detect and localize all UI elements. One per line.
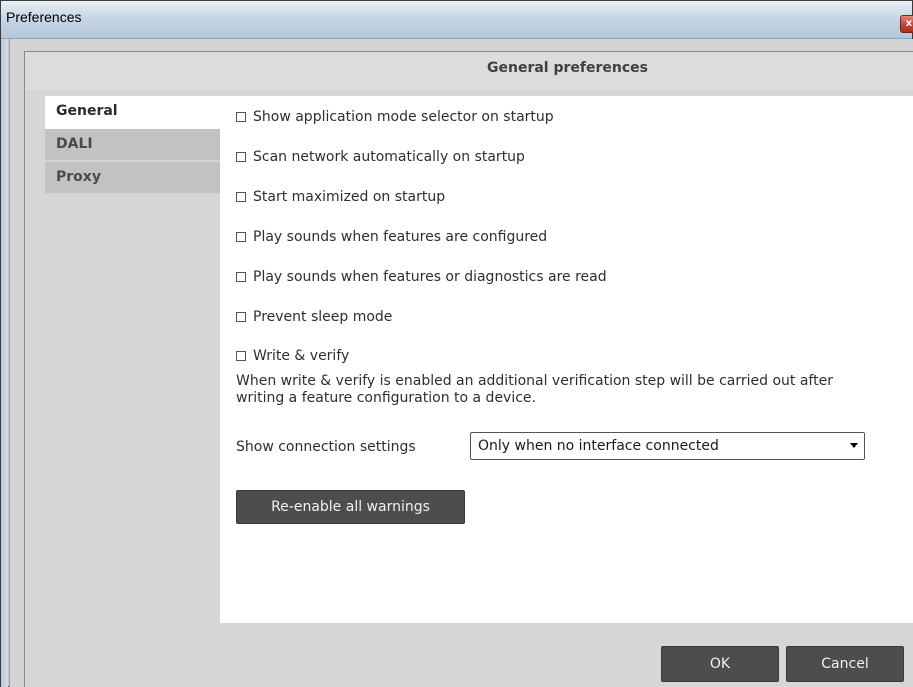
option-label: Scan network automatically on startup bbox=[253, 149, 525, 165]
option-write-verify[interactable]: Write & verify bbox=[236, 348, 349, 364]
sidebar-item-dali[interactable]: DALI bbox=[45, 129, 220, 162]
select-value: Only when no interface connected bbox=[478, 438, 719, 454]
option-label: Write & verify bbox=[253, 348, 350, 364]
ok-button[interactable]: OK bbox=[661, 646, 779, 682]
option-play-sounds-read[interactable]: Play sounds when features or diagnostics… bbox=[236, 269, 607, 285]
chevron-down-icon bbox=[850, 443, 858, 448]
option-label: Show application mode selector on startu… bbox=[253, 109, 554, 125]
title-bar[interactable]: Preferences x bbox=[1, 1, 913, 39]
window-left-border bbox=[1, 39, 8, 687]
close-icon[interactable]: x bbox=[900, 15, 913, 33]
option-prevent-sleep[interactable]: Prevent sleep mode bbox=[236, 309, 392, 325]
general-preferences-panel: Show application mode selector on startu… bbox=[220, 96, 913, 623]
cancel-button[interactable]: Cancel bbox=[786, 646, 904, 682]
checkbox-icon[interactable] bbox=[236, 232, 246, 242]
option-scan-network[interactable]: Scan network automatically on startup bbox=[236, 149, 525, 165]
checkbox-icon[interactable] bbox=[236, 192, 246, 202]
sidebar-item-general[interactable]: General bbox=[45, 96, 220, 129]
option-label: Play sounds when features or diagnostics… bbox=[253, 269, 607, 285]
page-title: General preferences bbox=[487, 60, 648, 76]
sidebar-item-proxy[interactable]: Proxy bbox=[45, 162, 220, 195]
write-verify-description: When write & verify is enabled an additi… bbox=[236, 373, 833, 406]
option-label: Start maximized on startup bbox=[253, 189, 446, 205]
option-label: Play sounds when features are configured bbox=[253, 229, 548, 245]
option-start-maximized[interactable]: Start maximized on startup bbox=[236, 189, 445, 205]
preferences-header: General preferences bbox=[25, 52, 913, 90]
checkbox-icon[interactable] bbox=[236, 152, 246, 162]
connection-settings-select[interactable]: Only when no interface connected bbox=[470, 432, 865, 460]
option-label: Prevent sleep mode bbox=[253, 309, 393, 325]
window-title: Preferences bbox=[6, 9, 82, 25]
dialog-body: General preferences General DALI Proxy S… bbox=[24, 51, 913, 687]
checkbox-icon[interactable] bbox=[236, 272, 246, 282]
sidebar: General DALI Proxy bbox=[45, 96, 220, 195]
dialog-frame: General preferences General DALI Proxy S… bbox=[9, 39, 913, 687]
connection-settings-label: Show connection settings bbox=[236, 439, 416, 455]
preferences-window: Preferences x General preferences Genera… bbox=[0, 0, 913, 687]
option-play-sounds-configured[interactable]: Play sounds when features are configured bbox=[236, 229, 547, 245]
checkbox-icon[interactable] bbox=[236, 351, 246, 361]
option-show-mode-selector[interactable]: Show application mode selector on startu… bbox=[236, 109, 554, 125]
checkbox-icon[interactable] bbox=[236, 112, 246, 122]
checkbox-icon[interactable] bbox=[236, 312, 246, 322]
reenable-warnings-button[interactable]: Re-enable all warnings bbox=[236, 490, 465, 524]
